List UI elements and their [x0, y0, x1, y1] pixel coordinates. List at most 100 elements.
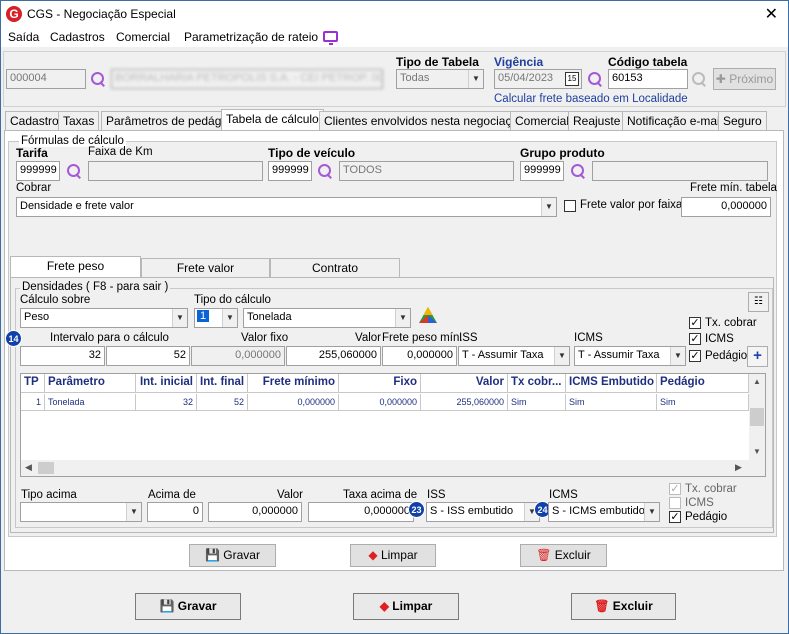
valor-field[interactable]: 255,060000	[286, 346, 381, 366]
search-icon[interactable]	[90, 71, 106, 87]
client-name-field[interactable]: BORRALHARIA PETROPOLIS S.A. - CEI PETROP…	[111, 69, 383, 89]
grupo-produto-name-field[interactable]	[592, 161, 768, 181]
grid-header-tx-cobr[interactable]: Tx cobr...	[508, 374, 566, 393]
tarifa-field[interactable]: 999999	[16, 161, 60, 181]
tab-contrato[interactable]: Contrato	[270, 258, 400, 277]
vertical-scrollbar[interactable]: ▲ ▼	[749, 374, 765, 460]
tab-notificacao-email[interactable]: Notificação e-mail	[622, 111, 728, 131]
excluir-button[interactable]: 🗑 Excluir	[571, 593, 676, 620]
search-icon[interactable]	[66, 163, 82, 179]
grid-header-valor[interactable]: Valor	[421, 374, 508, 393]
tipo-calculo-select[interactable]: Tonelada ▼	[243, 308, 411, 328]
tipo-calculo-code-select[interactable]: 1 ▼	[194, 308, 238, 328]
inner-gravar-button[interactable]: 💾 Gravar	[189, 544, 276, 567]
grid-cell[interactable]: 52	[197, 394, 248, 411]
grid-cell[interactable]: Sim	[566, 394, 657, 411]
acima-tx-cobrar-checkbox[interactable]: ✓	[669, 483, 681, 495]
grupo-produto-code-field[interactable]: 999999	[520, 161, 564, 181]
acima-pedagio-checkbox[interactable]: ✓	[669, 511, 681, 523]
grid-cell[interactable]: 0,000000	[248, 394, 339, 411]
icms-checkbox[interactable]: ✓	[689, 333, 701, 345]
chevron-right-icon[interactable]: ▶	[735, 462, 742, 473]
tx-cobrar-checkbox[interactable]: ✓	[689, 317, 701, 329]
inner-excluir-button[interactable]: 🗑 Excluir	[520, 544, 607, 567]
acima-de-field[interactable]: 0	[147, 502, 203, 522]
acima-icms-checkbox[interactable]	[669, 497, 681, 509]
calculo-sobre-select[interactable]: Peso ▼	[20, 308, 188, 328]
tab-frete-valor[interactable]: Frete valor	[141, 258, 270, 277]
monitor-icon[interactable]	[323, 31, 338, 45]
faixa-km-field[interactable]	[88, 161, 263, 181]
grid-cell[interactable]: 0,000000	[339, 394, 421, 411]
scrollbar-thumb[interactable]	[38, 462, 54, 474]
taxa-acima-field[interactable]: 0,000000	[308, 502, 414, 522]
horizontal-scrollbar[interactable]: ◀ ▶	[21, 460, 749, 476]
tab-tabela-calculo[interactable]: Tabela de cálculo	[221, 109, 324, 131]
tab-frete-peso[interactable]: Frete peso	[10, 256, 141, 278]
chevron-up-icon[interactable]: ▲	[753, 377, 761, 386]
acima-iss-select[interactable]: S - ISS embutido ▼	[426, 502, 540, 522]
intervalo-from-field[interactable]: 32	[20, 346, 105, 366]
tab-seguro[interactable]: Seguro	[718, 111, 767, 131]
search-icon[interactable]	[317, 163, 333, 179]
tipo-tabela-select[interactable]: Todas ▼	[396, 69, 484, 89]
limpar-button[interactable]: ◆ Limpar	[353, 593, 459, 620]
grid-header-pedagio[interactable]: Pedágio	[657, 374, 749, 393]
search-icon[interactable]	[691, 71, 707, 87]
grid-header-parametro[interactable]: Parâmetro	[45, 374, 136, 393]
pedagio-checkbox[interactable]: ✓	[689, 350, 701, 362]
color-triangle-icon[interactable]	[418, 306, 438, 324]
acima-icms-select[interactable]: S - ICMS embutido ▼	[548, 502, 660, 522]
tab-clientes-envolvidos[interactable]: Clientes envolvidos nesta negociação	[319, 111, 530, 131]
icms-select[interactable]: T - Assumir Taxa ▼	[574, 346, 686, 366]
grid-header-tp[interactable]: TP	[21, 374, 45, 393]
proximo-button[interactable]: ✚ Próximo	[713, 68, 776, 90]
codigo-tabela-field[interactable]: 60153	[608, 69, 688, 89]
tab-parametros-pedagio[interactable]: Parâmetros de pedágio	[101, 111, 236, 131]
chevron-down-icon[interactable]: ▼	[753, 447, 761, 456]
grid-cell[interactable]: Sim	[508, 394, 566, 411]
grid-cell[interactable]: 1	[21, 394, 45, 411]
menu-parametrizacao-rateio[interactable]: Parametrização de rateio	[184, 30, 318, 44]
menu-comercial[interactable]: Comercial	[116, 30, 170, 44]
chevron-left-icon[interactable]: ◀	[25, 462, 32, 473]
iss-select[interactable]: T - Assumir Taxa ▼	[458, 346, 570, 366]
grid-cell[interactable]: 255,060000	[421, 394, 508, 411]
grid-header-icms-embutido[interactable]: ICMS Embutido	[566, 374, 657, 393]
client-code-field[interactable]: 000004	[6, 69, 86, 89]
tab-reajuste[interactable]: Reajuste	[568, 111, 626, 131]
tab-comercial[interactable]: Comercial	[510, 111, 575, 131]
gravar-button[interactable]: 💾 Gravar	[135, 593, 241, 620]
vigencia-date-field[interactable]: 05/04/2023 15	[494, 69, 582, 89]
grid-header-int-final[interactable]: Int. final	[197, 374, 248, 393]
grid-header-fixo[interactable]: Fixo	[339, 374, 421, 393]
calcular-frete-link[interactable]: Calcular frete baseado em Localidade	[494, 93, 688, 105]
search-icon[interactable]	[570, 163, 586, 179]
tab-taxas[interactable]: Taxas	[58, 111, 100, 131]
tab-cadastro[interactable]: Cadastro	[5, 111, 64, 131]
menu-cadastros[interactable]: Cadastros	[50, 30, 105, 44]
search-icon[interactable]	[587, 71, 603, 87]
calendar-icon[interactable]: 15	[565, 72, 579, 86]
close-icon[interactable]: ✕	[765, 4, 778, 24]
add-icon[interactable]: +	[747, 346, 768, 367]
grid-header-frete-minimo[interactable]: Frete mínimo	[248, 374, 339, 393]
tipo-veiculo-code-field[interactable]: 999999	[268, 161, 312, 181]
intervalo-to-field[interactable]: 52	[106, 346, 190, 366]
grid-header-int-inicial[interactable]: Int. inicial	[136, 374, 197, 393]
inner-limpar-button[interactable]: ◆ Limpar	[350, 544, 436, 567]
scrollbar-thumb[interactable]	[750, 408, 764, 426]
grid-cell[interactable]: 32	[136, 394, 197, 411]
grid-cell[interactable]: Tonelada	[45, 394, 136, 411]
cobrar-select[interactable]: Densidade e frete valor ▼	[16, 197, 557, 217]
tipo-veiculo-name-field[interactable]: TODOS	[339, 161, 514, 181]
menu-saida[interactable]: Saída	[8, 30, 39, 44]
frete-min-tabela-field[interactable]: 0,000000	[681, 197, 771, 217]
acima-valor-field[interactable]: 0,000000	[208, 502, 302, 522]
list-settings-icon[interactable]: ☷	[748, 292, 769, 312]
frete-peso-min-field[interactable]: 0,000000	[382, 346, 457, 366]
valor-fixo-field[interactable]: 0,000000	[191, 346, 285, 366]
frete-faixas-checkbox[interactable]	[564, 200, 576, 212]
tipo-acima-select[interactable]: ▼	[20, 502, 142, 522]
grid-cell[interactable]: Sim	[657, 394, 749, 411]
